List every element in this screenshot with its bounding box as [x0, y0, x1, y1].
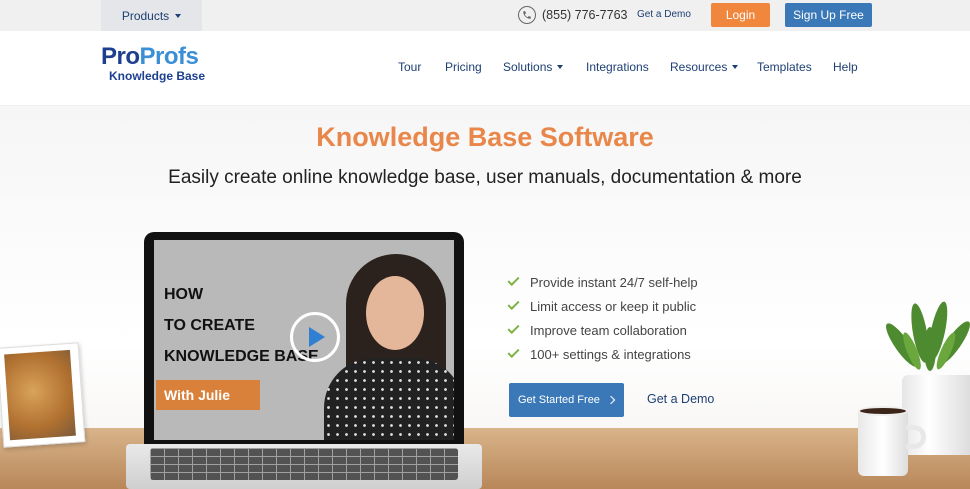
phone-icon — [518, 6, 536, 24]
nav-item-resources[interactable]: Resources — [670, 60, 739, 74]
topbar-get-demo-link[interactable]: Get a Demo — [637, 9, 691, 20]
photo-frame — [0, 342, 86, 448]
get-demo-link[interactable]: Get a Demo — [647, 392, 714, 406]
hero-subtitle: Easily create online knowledge base, use… — [168, 167, 802, 188]
nav-item-help[interactable]: Help — [833, 60, 858, 74]
laptop-keyboard — [150, 448, 458, 480]
intro-video[interactable]: HOW TO CREATE KNOWLEDGE BASE With Julie — [154, 240, 454, 440]
nav-item-templates[interactable]: Templates — [757, 60, 812, 74]
feature-item: Limit access or keep it public — [507, 294, 698, 318]
proprofs-logo[interactable]: ProProfs Knowledge Base — [101, 45, 223, 89]
video-caption-line-1: HOW — [164, 286, 204, 303]
phone-number: (855) 776-7763 — [542, 8, 628, 22]
signup-button[interactable]: Sign Up Free — [785, 3, 872, 27]
check-icon — [507, 273, 520, 287]
nav-item-tour[interactable]: Tour — [398, 60, 421, 74]
caret-down-icon — [557, 65, 564, 69]
video-caption-line-2: TO CREATE — [164, 317, 255, 334]
laptop-base — [126, 444, 482, 489]
laptop-screen: HOW TO CREATE KNOWLEDGE BASE With Julie — [144, 232, 464, 446]
get-started-button[interactable]: Get Started Free — [509, 383, 624, 417]
check-icon — [507, 321, 520, 335]
presenter-face — [366, 276, 424, 350]
play-icon[interactable] — [290, 312, 340, 362]
hero-title: Knowledge Base Software — [316, 122, 654, 152]
presenter-body — [324, 358, 454, 440]
top-utility-bar: Products (855) 776-7763 Get a Demo Login… — [0, 0, 970, 31]
feature-item: 100+ settings & integrations — [507, 342, 698, 366]
login-button[interactable]: Login — [711, 3, 770, 27]
nav-item-solutions[interactable]: Solutions — [503, 60, 564, 74]
check-icon — [507, 345, 520, 359]
chevron-right-icon — [606, 395, 616, 405]
feature-list: Provide instant 24/7 self-help Limit acc… — [507, 270, 698, 366]
presenter-label: With Julie — [156, 380, 260, 410]
feature-item: Improve team collaboration — [507, 318, 698, 342]
phone-contact[interactable]: (855) 776-7763 — [518, 6, 627, 24]
products-dropdown[interactable]: Products — [101, 0, 202, 31]
feature-item: Provide instant 24/7 self-help — [507, 270, 698, 294]
coffee-mug — [858, 406, 908, 476]
caret-down-icon — [732, 65, 739, 69]
products-label: Products — [121, 8, 170, 23]
nav-item-pricing[interactable]: Pricing — [445, 60, 482, 74]
logo-wordmark: ProProfs — [101, 43, 199, 70]
dog-photo — [4, 349, 76, 441]
caret-down-icon — [175, 13, 182, 18]
check-icon — [507, 297, 520, 311]
main-navbar: ProProfs Knowledge Base Tour Pricing Sol… — [0, 31, 970, 106]
plant-leaves — [886, 301, 970, 371]
logo-subtitle: Knowledge Base — [109, 69, 206, 83]
nav-item-integrations[interactable]: Integrations — [586, 60, 649, 74]
